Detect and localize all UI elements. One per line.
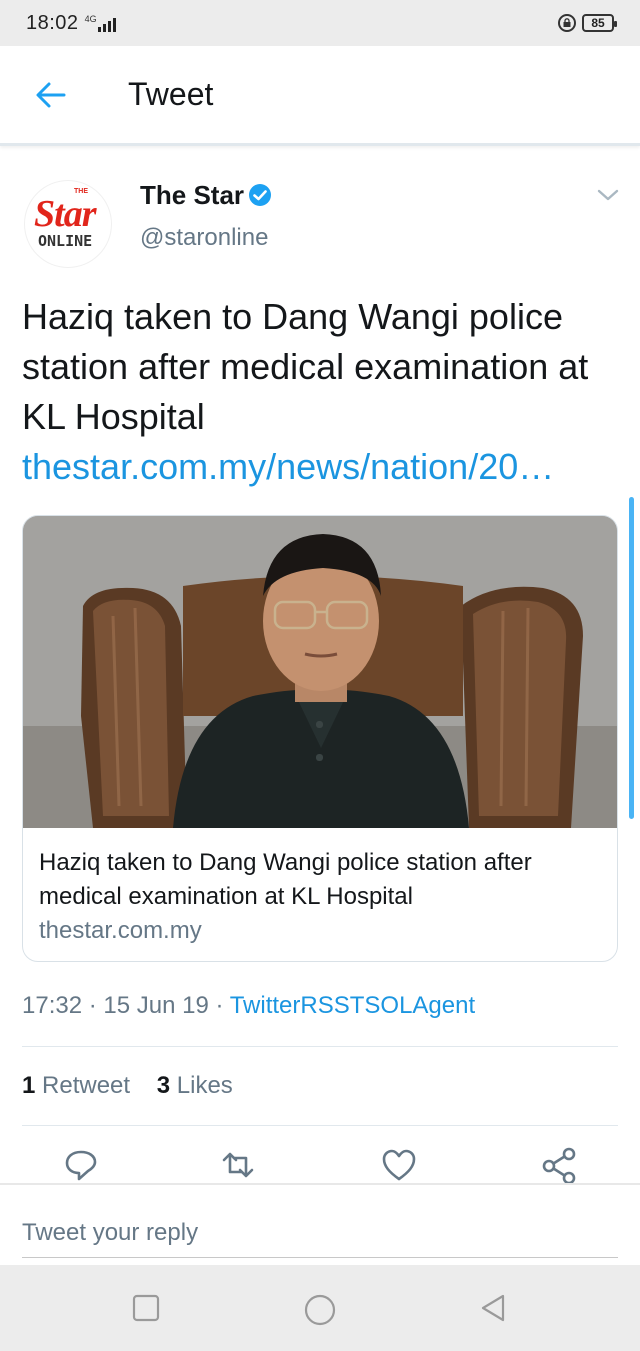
likes-stat[interactable]: 3 Likes: [157, 1072, 233, 1099]
like-button[interactable]: [380, 1146, 420, 1184]
likes-count: 3: [156, 1072, 171, 1099]
back-nav-button[interactable]: [478, 1293, 508, 1323]
circle-icon: [304, 1294, 336, 1326]
retweet-icon: [222, 1152, 254, 1178]
tweet-source[interactable]: TwitterRSSTSOLAgent: [230, 992, 475, 1019]
retweet-count: 1: [22, 1072, 36, 1099]
chevron-down-icon[interactable]: [596, 186, 620, 204]
retweet-label: Retweet: [42, 1072, 131, 1099]
card-domain: thestar.com.my: [39, 917, 202, 944]
status-time: 18:02: [26, 11, 79, 34]
avatar[interactable]: THE Star ONLINE: [24, 180, 112, 268]
divider: [22, 1125, 618, 1126]
likes-label: Likes: [176, 1072, 233, 1099]
card-image: [23, 516, 617, 828]
scrollbar[interactable]: [629, 497, 634, 819]
reply-input[interactable]: [22, 1209, 618, 1258]
tweet-time: 17:32: [22, 992, 83, 1019]
arrow-left-icon: [36, 82, 66, 108]
back-button[interactable]: [34, 80, 68, 110]
rotation-lock-icon: [558, 14, 576, 32]
home-button[interactable]: [303, 1293, 336, 1326]
reply-button[interactable]: [62, 1146, 102, 1184]
retweet-button[interactable]: [218, 1146, 258, 1184]
battery-icon: 85: [582, 14, 617, 32]
retweet-stat[interactable]: 1 Retweet: [22, 1072, 130, 1099]
page-title: Tweet: [128, 76, 214, 112]
tweet-meta: 17:32 · 15 Jun 19 · TwitterRSSTSOLAgent: [22, 992, 475, 1020]
reply-icon: [65, 1150, 97, 1181]
share-icon: [542, 1147, 576, 1185]
meta-separator: ·: [82, 992, 104, 1019]
network-type: 4G: [84, 14, 97, 24]
avatar-logo-sub: ONLINE: [38, 232, 93, 250]
status-bar: 18:02 4G 85: [0, 0, 640, 46]
system-nav-bar: [0, 1265, 640, 1351]
reply-bar: [0, 1183, 640, 1265]
status-left: 18:02 4G: [0, 12, 116, 35]
recent-apps-button[interactable]: [131, 1293, 161, 1323]
square-icon: [132, 1294, 160, 1322]
verified-badge-icon: [249, 184, 271, 206]
tweet-stats: 1 Retweet 3 Likes: [22, 1072, 233, 1100]
share-button[interactable]: [540, 1146, 580, 1185]
signal-icon: 4G: [85, 14, 116, 32]
meta-separator: ·: [208, 992, 230, 1019]
avatar-logo-main: Star: [34, 193, 96, 235]
tweet-date: 15 Jun 19: [103, 992, 209, 1019]
divider: [22, 1046, 618, 1047]
signal-bars: [97, 18, 116, 32]
card-title: Haziq taken to Dang Wangi police station…: [39, 849, 532, 910]
triangle-back-icon: [481, 1294, 505, 1322]
link-card[interactable]: Haziq taken to Dang Wangi police station…: [22, 515, 618, 962]
author-name[interactable]: The Star: [140, 180, 244, 211]
tweet-actions: [0, 1146, 640, 1185]
battery-level: 85: [591, 16, 605, 30]
tweet-link[interactable]: thestar.com.my/news/nation/20…: [22, 442, 622, 492]
tweet-text: Haziq taken to Dang Wangi police station…: [22, 296, 589, 437]
author-handle[interactable]: @staronline: [140, 224, 268, 252]
app-header: Tweet: [0, 46, 640, 146]
status-right: 85: [558, 14, 640, 32]
heart-icon: [382, 1149, 416, 1181]
